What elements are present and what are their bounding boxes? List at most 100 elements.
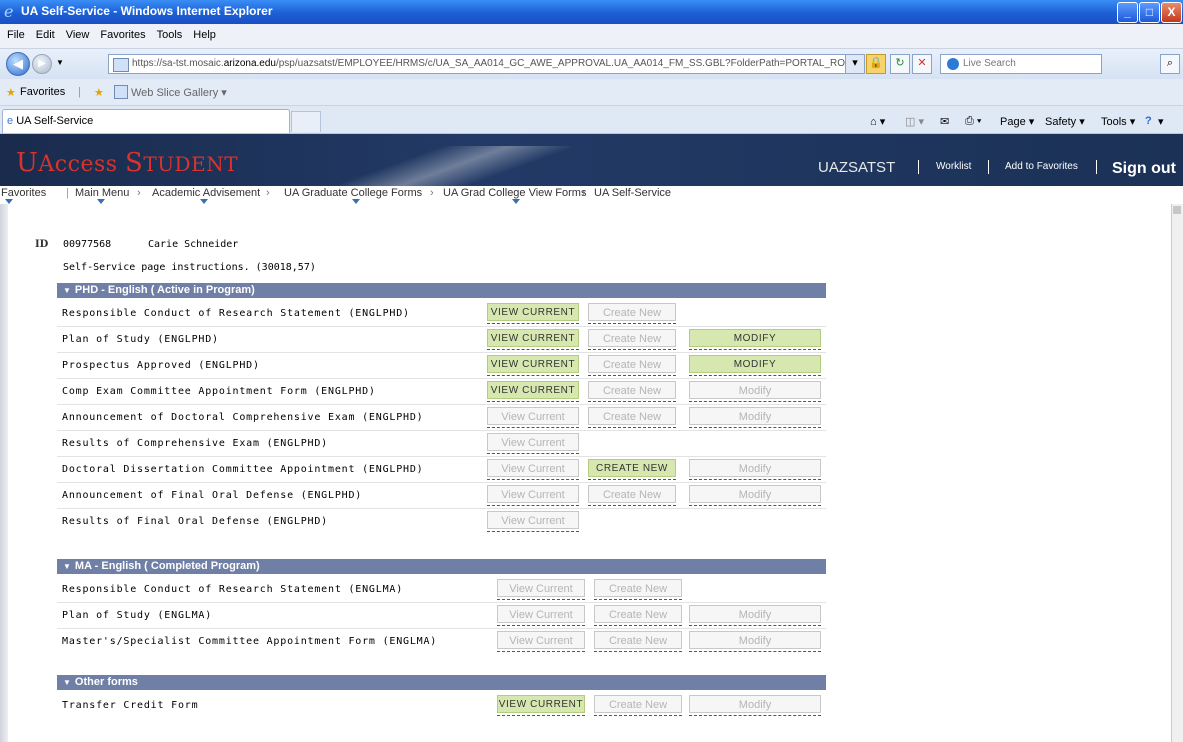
page-menu[interactable]: Page ▾ [1000,115,1034,128]
view-current-button[interactable]: VIEW CURRENT [487,303,579,324]
tools-menu[interactable]: Tools ▾ [1101,115,1135,128]
breadcrumb-favorites[interactable]: Favorites [1,187,46,199]
form-row: Announcement of Doctoral Comprehensive E… [57,405,826,431]
collapse-arrow-icon[interactable]: ▼ [63,675,71,690]
form-label: Responsible Conduct of Research Statemen… [62,308,410,319]
form-label: Responsible Conduct of Research Statemen… [62,584,404,595]
home-icon[interactable]: ⌂ ▾ [870,115,885,128]
address-bar[interactable]: https://sa-tst.mosaic.arizona.edu/psp/ua… [108,54,862,74]
form-row: Transfer Credit Form VIEW CURRENT Create N… [57,693,826,718]
breadcrumb-main-menu[interactable]: Main Menu [75,187,129,199]
tab-ua-self-service[interactable]: e UA Self-Service [2,109,290,133]
breadcrumb-separator: › [137,187,141,199]
address-dropdown-icon[interactable]: ▾ [845,54,865,74]
view-current-button: View Current [497,579,585,600]
search-icon[interactable]: ⌕ [1160,54,1180,74]
menu-file[interactable]: File [7,29,25,41]
close-window-button[interactable]: X [1161,2,1182,23]
breadcrumb-ua-self-service: UA Self-Service [594,187,672,199]
section-header[interactable]: ▼ Other forms [57,675,826,690]
form-row: Results of Final Oral Defense (ENGLPHD) V… [57,509,826,534]
mail-icon[interactable]: ✉ [940,115,949,128]
breadcrumb-graduate-college-forms[interactable]: UA Graduate College Forms [284,187,422,199]
menu-help[interactable]: Help [193,29,216,41]
breadcrumb-separator: › [430,187,434,199]
form-row: Master's/Specialist Committee Appointmen… [57,629,826,654]
form-row: Comp Exam Committee Appointment Form (EN… [57,379,826,405]
help-icon[interactable]: ? [1145,115,1152,127]
view-current-button[interactable]: VIEW CURRENT [487,355,579,376]
section-title: PHD - English ( Active in Program) [74,284,255,296]
view-current-button[interactable]: VIEW CURRENT [487,381,579,402]
collapse-arrow-icon[interactable]: ▼ [63,559,71,574]
create-new-button: Create New [588,355,676,376]
worklist-link[interactable]: Worklist [936,161,971,172]
web-slice-page-icon [114,85,128,99]
collapse-arrow-icon[interactable]: ▼ [63,283,71,298]
form-label: Results of Final Oral Defense (ENGLPHD) [62,516,328,527]
add-to-favorites-link[interactable]: Add to Favorites [1005,161,1078,172]
modify-button: Modify [689,695,821,716]
view-current-button[interactable]: VIEW CURRENT [487,329,579,350]
menu-view[interactable]: View [66,29,90,41]
forward-button[interactable]: ▶ [32,54,52,74]
breadcrumb-grad-college-view-forms[interactable]: UA Grad College View Forms [443,187,586,199]
add-favorites-icon[interactable]: ★ [94,86,104,99]
lock-icon[interactable]: 🔒 [866,54,886,74]
menu-edit[interactable]: Edit [36,29,55,41]
form-row: Doctoral Dissertation Committee Appointm… [57,457,826,483]
view-current-button: View Current [497,631,585,652]
web-slice-gallery-link[interactable]: Web Slice Gallery ▾ [131,86,227,99]
help-menu[interactable]: ▾ [1158,115,1164,128]
favorites-bar: ★ Favorites | ★ Web Slice Gallery ▾ [0,79,1183,106]
create-new-button: Create New [588,407,676,428]
create-new-button: Create New [588,303,676,324]
banner-divider [988,160,989,174]
form-label: Transfer Credit Form [62,700,199,711]
tab-label: UA Self-Service [16,115,94,127]
modify-button[interactable]: MODIFY [689,329,821,350]
create-new-button: Create New [594,631,682,652]
ie-logo-icon: e [4,3,13,19]
favorites-button[interactable]: Favorites [20,86,65,98]
print-icon[interactable]: ⎙ ▾ [965,115,981,128]
section-header[interactable]: ▼ MA - English ( Completed Program) [57,559,826,574]
maximize-button[interactable]: □ [1139,2,1160,23]
sign-out-link[interactable]: Sign out [1112,160,1176,178]
view-current-button[interactable]: VIEW CURRENT [497,695,585,716]
modify-button[interactable]: MODIFY [689,355,821,376]
stop-icon[interactable]: ✕ [912,54,932,74]
form-label: Prospectus Approved (ENGLPHD) [62,360,260,371]
refresh-icon[interactable]: ↻ [890,54,910,74]
banner-divider [1096,160,1097,174]
toolbar-divider: | [78,86,81,98]
new-tab-button[interactable] [291,111,321,132]
form-row: Plan of Study (ENGLMA) View Current Create… [57,603,826,629]
window-titlebar: e UA Self-Service - Windows Internet Exp… [0,0,1183,24]
search-input[interactable]: Live Search [940,54,1102,74]
modify-button: Modify [689,381,821,402]
create-new-button: Create New [588,485,676,506]
minimize-button[interactable]: _ [1117,2,1138,23]
view-current-button: View Current [487,433,579,454]
breadcrumb-academic-advisement[interactable]: Academic Advisement [152,187,260,199]
uaccess-student-logo: UAccess STUDENT [16,148,239,178]
self-service-content: ID 00977568 Carie Schneider Self-Service… [0,204,1172,742]
tab-bar: e UA Self-Service ⌂ ▾ ◫ ▾ ✉ ⎙ ▾ Page ▾ S… [0,106,1183,134]
create-new-button[interactable]: CREATE NEW [588,459,676,480]
form-label: Doctoral Dissertation Committee Appointm… [62,464,424,475]
menu-tools[interactable]: Tools [157,29,183,41]
form-label: Plan of Study (ENGLMA) [62,610,213,621]
back-button[interactable]: ◀ [6,52,30,76]
scroll-up-icon[interactable] [1173,206,1181,214]
safety-menu[interactable]: Safety ▾ [1045,115,1085,128]
view-current-button: View Current [487,511,579,532]
section-header[interactable]: ▼ PHD - English ( Active in Program) [57,283,826,298]
create-new-button: Create New [588,329,676,350]
menu-favorites[interactable]: Favorites [100,29,145,41]
svg-text:e: e [4,3,13,19]
feeds-icon[interactable]: ◫ ▾ [905,115,924,128]
ie-tab-icon: e [7,115,14,127]
history-dropdown-icon[interactable]: ▼ [56,58,64,67]
vertical-scrollbar[interactable] [1171,204,1183,742]
